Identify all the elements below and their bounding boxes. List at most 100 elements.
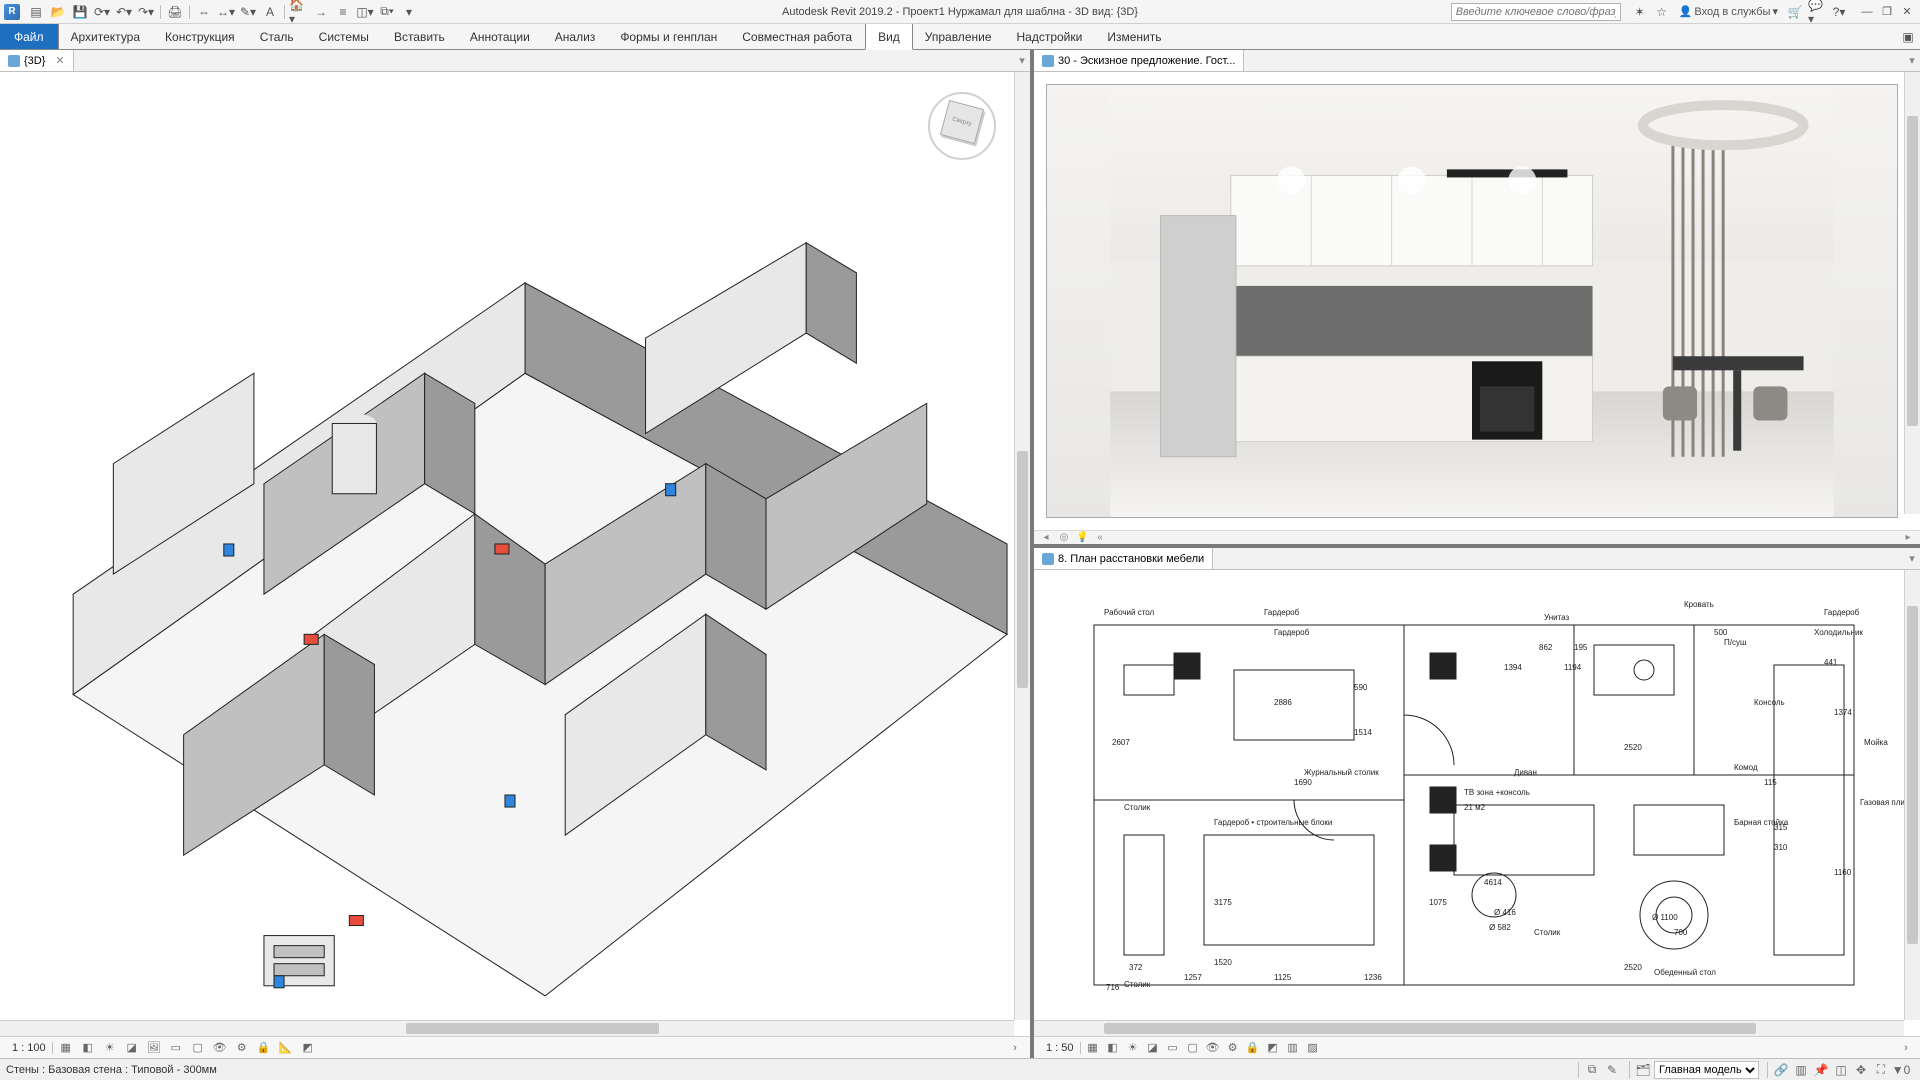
text-icon[interactable]: A: [260, 3, 280, 21]
tab-addins[interactable]: Надстройки: [1005, 24, 1096, 49]
scrollbar-vertical[interactable]: [1014, 72, 1030, 1020]
tag-icon[interactable]: ✎▾: [238, 3, 258, 21]
nav-more-icon[interactable]: «: [1094, 532, 1106, 543]
canvas-plan[interactable]: Рабочий стол Гардероб Гардероб Унитаз Кр…: [1034, 570, 1920, 1036]
open-icon[interactable]: ▤: [26, 3, 46, 21]
switch-win-icon[interactable]: ⧉▾: [377, 3, 397, 21]
tab-manage[interactable]: Управление: [913, 24, 1005, 49]
extra1-icon[interactable]: ▥: [1285, 1040, 1301, 1056]
redo-icon[interactable]: ↷▾: [136, 3, 156, 21]
color-fill-icon[interactable]: ◩: [1265, 1040, 1281, 1056]
qat-custom-icon[interactable]: ▾: [399, 3, 419, 21]
align-dim-icon[interactable]: ↔▾: [216, 3, 236, 21]
section-icon[interactable]: →: [311, 3, 331, 21]
sunpath-icon[interactable]: ☀: [101, 1040, 119, 1056]
tab-structure[interactable]: Конструкция: [153, 24, 248, 49]
view-maximize-icon[interactable]: ▾: [1904, 548, 1920, 569]
close-button[interactable]: ✕: [1898, 4, 1916, 20]
nav-next-icon[interactable]: ▸: [1902, 532, 1914, 543]
tab-massing[interactable]: Формы и генплан: [608, 24, 730, 49]
canvas-render[interactable]: [1034, 72, 1920, 530]
crop-region-icon[interactable]: ▢: [189, 1040, 207, 1056]
unhide-icon[interactable]: 👁: [1205, 1040, 1221, 1056]
visual-style-icon[interactable]: ◧: [79, 1040, 97, 1056]
exchange-icon[interactable]: 🛒: [1786, 3, 1804, 21]
render-dialog-icon[interactable]: 🖼: [145, 1040, 163, 1056]
open-file-icon[interactable]: 📂: [48, 3, 68, 21]
close-hidden-icon[interactable]: ◫▾: [355, 3, 375, 21]
view-cube[interactable]: Сверху: [922, 86, 1002, 166]
highlight-disp-icon[interactable]: ◩: [299, 1040, 317, 1056]
minimize-button[interactable]: —: [1858, 4, 1876, 20]
crop-region-icon[interactable]: ▢: [1185, 1040, 1201, 1056]
print-icon[interactable]: 🖨: [165, 3, 185, 21]
ribbon-collapse-icon[interactable]: ▣: [1896, 24, 1920, 49]
shadows-icon[interactable]: ◪: [123, 1040, 141, 1056]
extra2-icon[interactable]: ▨: [1305, 1040, 1321, 1056]
reveal-icon[interactable]: 🔒: [1245, 1040, 1261, 1056]
comm-icon[interactable]: 💬▾: [1808, 3, 1826, 21]
shadows-icon[interactable]: ◪: [1145, 1040, 1161, 1056]
tab-view[interactable]: Вид: [865, 24, 913, 50]
model-selector[interactable]: Главная модель: [1654, 1061, 1759, 1079]
filter-count-icon[interactable]: ▼0: [1892, 1062, 1910, 1078]
tab-systems[interactable]: Системы: [307, 24, 382, 49]
restore-button[interactable]: ❐: [1878, 4, 1896, 20]
save-icon[interactable]: 💾: [70, 3, 90, 21]
thin-lines-icon[interactable]: ≡: [333, 3, 353, 21]
favorite-icon[interactable]: ☆: [1653, 3, 1671, 21]
crop-view-icon[interactable]: ▭: [167, 1040, 185, 1056]
select-pinned-icon[interactable]: 📌: [1812, 1062, 1830, 1078]
view-tab-plan[interactable]: 8. План расстановки мебели: [1034, 548, 1213, 569]
undo-icon[interactable]: ↶▾: [114, 3, 134, 21]
scrollbar-horizontal[interactable]: [1034, 1020, 1904, 1036]
scrollbar-vertical[interactable]: [1904, 72, 1920, 514]
crop-view-icon[interactable]: ▭: [1165, 1040, 1181, 1056]
drag-el-icon[interactable]: ✥: [1852, 1062, 1870, 1078]
select-links-icon[interactable]: 🔗: [1772, 1062, 1790, 1078]
canvas-3d[interactable]: Сверху: [0, 72, 1030, 1036]
scale-display[interactable]: 1 : 100: [6, 1042, 53, 1054]
nav-steering-icon[interactable]: ◎: [1058, 532, 1070, 543]
reveal-constraints-icon[interactable]: 🔒: [255, 1040, 273, 1056]
unhide-icon[interactable]: 👁: [211, 1040, 229, 1056]
sync-icon[interactable]: ⟳▾: [92, 3, 112, 21]
file-tab[interactable]: Файл: [0, 24, 59, 49]
view-tab-sketch[interactable]: 30 - Эскизное предложение. Гост...: [1034, 50, 1244, 71]
visual-style-icon[interactable]: ◧: [1105, 1040, 1121, 1056]
close-view-icon[interactable]: ✕: [49, 54, 64, 67]
infocenter-icon[interactable]: ✶: [1631, 3, 1649, 21]
worksets-icon[interactable]: ⧉: [1583, 1062, 1601, 1078]
tab-annotate[interactable]: Аннотации: [458, 24, 543, 49]
tab-analyze[interactable]: Анализ: [543, 24, 609, 49]
select-face-icon[interactable]: ◫: [1832, 1062, 1850, 1078]
default3d-icon[interactable]: 🏠▾: [289, 3, 309, 21]
search-box[interactable]: [1451, 3, 1621, 21]
search-input[interactable]: [1451, 3, 1621, 21]
detail-level-icon[interactable]: ▦: [1085, 1040, 1101, 1056]
tab-insert[interactable]: Вставить: [382, 24, 458, 49]
scroll-more-icon[interactable]: ›: [1006, 1040, 1024, 1056]
tab-steel[interactable]: Сталь: [248, 24, 307, 49]
measure-icon[interactable]: ⇔: [194, 3, 214, 21]
view-maximize-icon[interactable]: ▾: [1014, 50, 1030, 71]
sunpath-icon[interactable]: ☀: [1125, 1040, 1141, 1056]
background-icon[interactable]: ⛶: [1872, 1062, 1890, 1078]
scale-display[interactable]: 1 : 50: [1040, 1042, 1081, 1054]
scrollbar-vertical[interactable]: [1904, 570, 1920, 1020]
tab-collab[interactable]: Совместная работа: [730, 24, 865, 49]
signin-button[interactable]: 👤 Вход в службы ▾: [1675, 5, 1782, 18]
help-icon[interactable]: ?▾: [1830, 3, 1848, 21]
temp-props-icon[interactable]: ⚙: [1225, 1040, 1241, 1056]
analytical-icon[interactable]: 📐: [277, 1040, 295, 1056]
select-underlay-icon[interactable]: ▥: [1792, 1062, 1810, 1078]
view-tab-3d[interactable]: {3D} ✕: [0, 50, 74, 71]
tab-architecture[interactable]: Архитектура: [59, 24, 154, 49]
editreq-icon[interactable]: ✎: [1603, 1062, 1621, 1078]
scroll-more-icon[interactable]: ›: [1898, 1040, 1914, 1056]
scrollbar-horizontal[interactable]: [0, 1020, 1014, 1036]
model-icon[interactable]: 🗂: [1634, 1062, 1652, 1078]
detail-level-icon[interactable]: ▦: [57, 1040, 75, 1056]
temp-props-icon[interactable]: ⚙: [233, 1040, 251, 1056]
nav-prev-icon[interactable]: ◂: [1040, 532, 1052, 543]
